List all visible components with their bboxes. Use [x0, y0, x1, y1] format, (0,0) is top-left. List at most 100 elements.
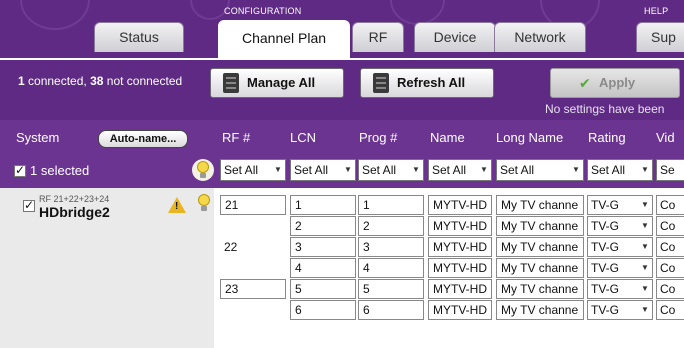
video-dropdown[interactable]: Co	[656, 279, 684, 299]
long-name-input[interactable]: My TV channe	[496, 216, 584, 236]
column-header-system: System	[16, 130, 60, 145]
rating-value: TV-G	[591, 198, 620, 212]
device-rf-list: RF 21+22+23+24	[39, 194, 110, 204]
lcn-input[interactable]: 3	[290, 237, 356, 257]
chevron-down-icon: ▼	[569, 160, 583, 180]
set-all-video-dropdown[interactable]: Se	[656, 159, 684, 181]
set-all-prog-dropdown[interactable]: Set All ▼	[358, 159, 424, 181]
long-name-input[interactable]: My TV channe	[496, 300, 584, 320]
connection-status: 1 connected, 38 not connected	[18, 74, 182, 88]
video-dropdown[interactable]: Co	[656, 300, 684, 320]
rating-dropdown[interactable]: TV-G ▼	[587, 195, 653, 215]
server-icon	[223, 73, 239, 93]
rating-value: TV-G	[591, 240, 620, 254]
prog-input[interactable]: 5	[358, 279, 424, 299]
long-name-input[interactable]: My TV channe	[496, 237, 584, 257]
name-input[interactable]: MYTV-HD	[428, 216, 492, 236]
bulb-icon[interactable]	[195, 161, 211, 179]
set-all-lcn-dropdown[interactable]: Set All ▼	[290, 159, 356, 181]
refresh-all-label: Refresh All	[397, 75, 466, 90]
rating-value: TV-G	[591, 282, 620, 296]
section-label-help: HELP	[644, 6, 669, 16]
rating-dropdown[interactable]: TV-G ▼	[587, 237, 653, 257]
apply-button[interactable]: ✔ Apply	[550, 68, 680, 98]
manage-all-label: Manage All	[247, 75, 316, 90]
auto-name-button[interactable]: Auto-name...	[98, 130, 188, 148]
settings-status-text: No settings have been	[545, 102, 665, 116]
selected-count: 1 selected	[30, 163, 90, 178]
not-connected-count: 38	[90, 74, 104, 88]
column-header-prog: Prog #	[359, 130, 398, 145]
tab-status[interactable]: Status	[94, 22, 184, 52]
name-input[interactable]: MYTV-HD	[428, 237, 492, 257]
name-input[interactable]: MYTV-HD	[428, 279, 492, 299]
long-name-input[interactable]: My TV channe	[496, 258, 584, 278]
prog-input[interactable]: 6	[358, 300, 424, 320]
device-panel: RF 21+22+23+24 HDbridge2 !	[0, 188, 214, 348]
video-dropdown[interactable]: Co	[656, 195, 684, 215]
set-all-name-label: Set All	[432, 163, 467, 177]
video-dropdown[interactable]: Co	[656, 258, 684, 278]
chevron-down-icon: ▼	[641, 221, 649, 230]
lcn-input[interactable]: 5	[290, 279, 356, 299]
table-header: System Auto-name... RF # LCN Prog # Name…	[0, 120, 684, 188]
rating-dropdown[interactable]: TV-G ▼	[587, 300, 653, 320]
prog-input[interactable]: 4	[358, 258, 424, 278]
long-name-input[interactable]: My TV channe	[496, 279, 584, 299]
rating-value: TV-G	[591, 303, 620, 317]
rating-dropdown[interactable]: TV-G ▼	[587, 258, 653, 278]
rating-dropdown[interactable]: TV-G ▼	[587, 279, 653, 299]
rating-dropdown[interactable]: TV-G ▼	[587, 216, 653, 236]
tab-channel-plan[interactable]: Channel Plan	[218, 20, 350, 58]
set-all-name-dropdown[interactable]: Set All ▼	[428, 159, 492, 181]
not-connected-label: not connected	[103, 74, 183, 88]
name-input[interactable]: MYTV-HD	[428, 258, 492, 278]
lcn-input[interactable]: 6	[290, 300, 356, 320]
apply-label: Apply	[599, 75, 636, 90]
check-icon: ✔	[579, 75, 591, 91]
lcn-input[interactable]: 1	[290, 195, 356, 215]
rf-input[interactable]: 21	[220, 195, 286, 215]
column-header-rf: RF #	[222, 130, 251, 145]
name-input[interactable]: MYTV-HD	[428, 300, 492, 320]
tab-device[interactable]: Device	[414, 22, 496, 52]
manage-all-button[interactable]: Manage All	[210, 68, 344, 98]
set-all-prog-label: Set All	[362, 163, 397, 177]
name-input[interactable]: MYTV-HD	[428, 195, 492, 215]
set-all-video-label: Se	[660, 163, 675, 177]
long-name-input[interactable]: My TV channe	[496, 195, 584, 215]
select-all-checkbox[interactable]	[14, 163, 26, 177]
lcn-input[interactable]: 4	[290, 258, 356, 278]
server-icon	[373, 73, 389, 93]
set-all-long-name-label: Set All	[500, 163, 535, 177]
chevron-down-icon: ▼	[641, 305, 649, 314]
refresh-all-button[interactable]: Refresh All	[360, 68, 494, 98]
set-all-rating-label: Set All	[591, 163, 626, 177]
prog-input[interactable]: 2	[358, 216, 424, 236]
rating-value: TV-G	[591, 219, 620, 233]
set-all-rf-dropdown[interactable]: Set All ▼	[220, 159, 286, 181]
prog-input[interactable]: 1	[358, 195, 424, 215]
rating-value: TV-G	[591, 261, 620, 275]
chevron-down-icon: ▼	[638, 160, 652, 180]
bulb-icon[interactable]	[196, 194, 212, 212]
set-all-rating-dropdown[interactable]: Set All ▼	[587, 159, 653, 181]
decorative-circle	[20, 0, 90, 30]
prog-input[interactable]: 3	[358, 237, 424, 257]
toolbar: 1 connected, 38 not connected Manage All…	[0, 58, 684, 120]
device-name: HDbridge2	[39, 204, 110, 220]
rf-input[interactable]: 23	[220, 279, 286, 299]
tab-network[interactable]: Network	[494, 22, 586, 52]
tab-support[interactable]: Sup	[636, 22, 684, 52]
section-label-configuration: CONFIGURATION	[224, 6, 302, 16]
chevron-down-icon: ▼	[641, 242, 649, 251]
column-header-lcn: LCN	[290, 130, 317, 145]
tab-rf[interactable]: RF	[352, 22, 404, 52]
chevron-down-icon: ▼	[409, 160, 423, 180]
top-nav-bar: CONFIGURATION HELP Status Channel Plan R…	[0, 0, 684, 60]
video-dropdown[interactable]: Co	[656, 216, 684, 236]
video-dropdown[interactable]: Co	[656, 237, 684, 257]
lcn-input[interactable]: 2	[290, 216, 356, 236]
set-all-long-name-dropdown[interactable]: Set All ▼	[496, 159, 584, 181]
device-checkbox[interactable]	[23, 198, 35, 212]
